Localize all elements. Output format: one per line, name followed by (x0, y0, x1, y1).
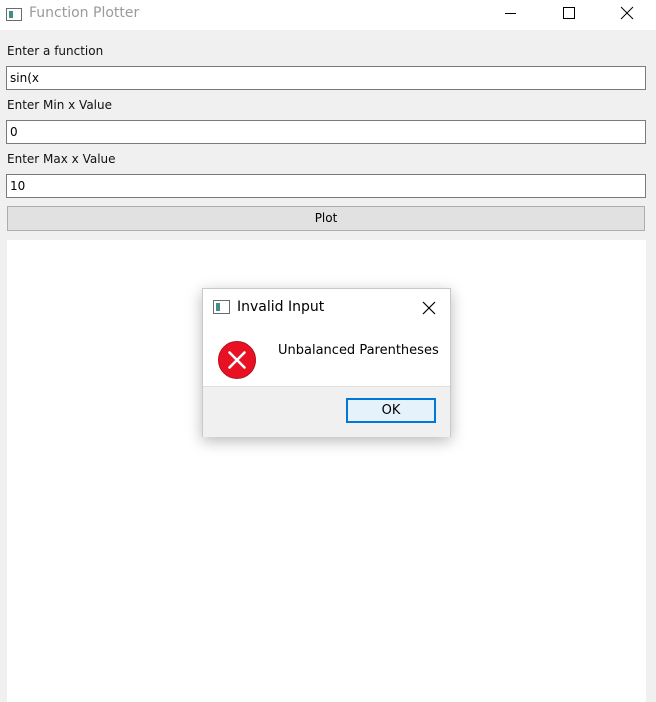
close-icon (422, 301, 436, 315)
app-window-icon (6, 8, 22, 21)
title-bar[interactable]: Function Plotter (0, 0, 656, 30)
close-icon (620, 6, 634, 20)
window-title: Function Plotter (29, 5, 140, 21)
dialog-close-button[interactable] (417, 296, 441, 320)
maximize-button[interactable] (545, 0, 591, 30)
function-label: Enter a function (7, 44, 104, 58)
dialog-title: Invalid Input (237, 299, 325, 315)
minimize-button[interactable] (488, 0, 534, 30)
app-window-icon (213, 300, 230, 314)
max-x-input[interactable] (6, 174, 646, 198)
max-x-label: Enter Max x Value (7, 152, 116, 166)
function-input[interactable] (6, 66, 646, 90)
dialog-message: Unbalanced Parentheses (278, 343, 439, 358)
close-button[interactable] (604, 0, 650, 30)
error-icon (217, 340, 257, 380)
min-x-label: Enter Min x Value (7, 98, 112, 112)
maximize-icon (563, 7, 575, 19)
minimize-icon (505, 13, 516, 14)
invalid-input-dialog: Invalid Input Unbalanced Parentheses OK (202, 288, 451, 437)
plot-button[interactable]: Plot (7, 206, 645, 231)
dialog-button-bar: OK (203, 386, 450, 437)
min-x-input[interactable] (6, 120, 646, 144)
ok-button[interactable]: OK (346, 398, 436, 423)
